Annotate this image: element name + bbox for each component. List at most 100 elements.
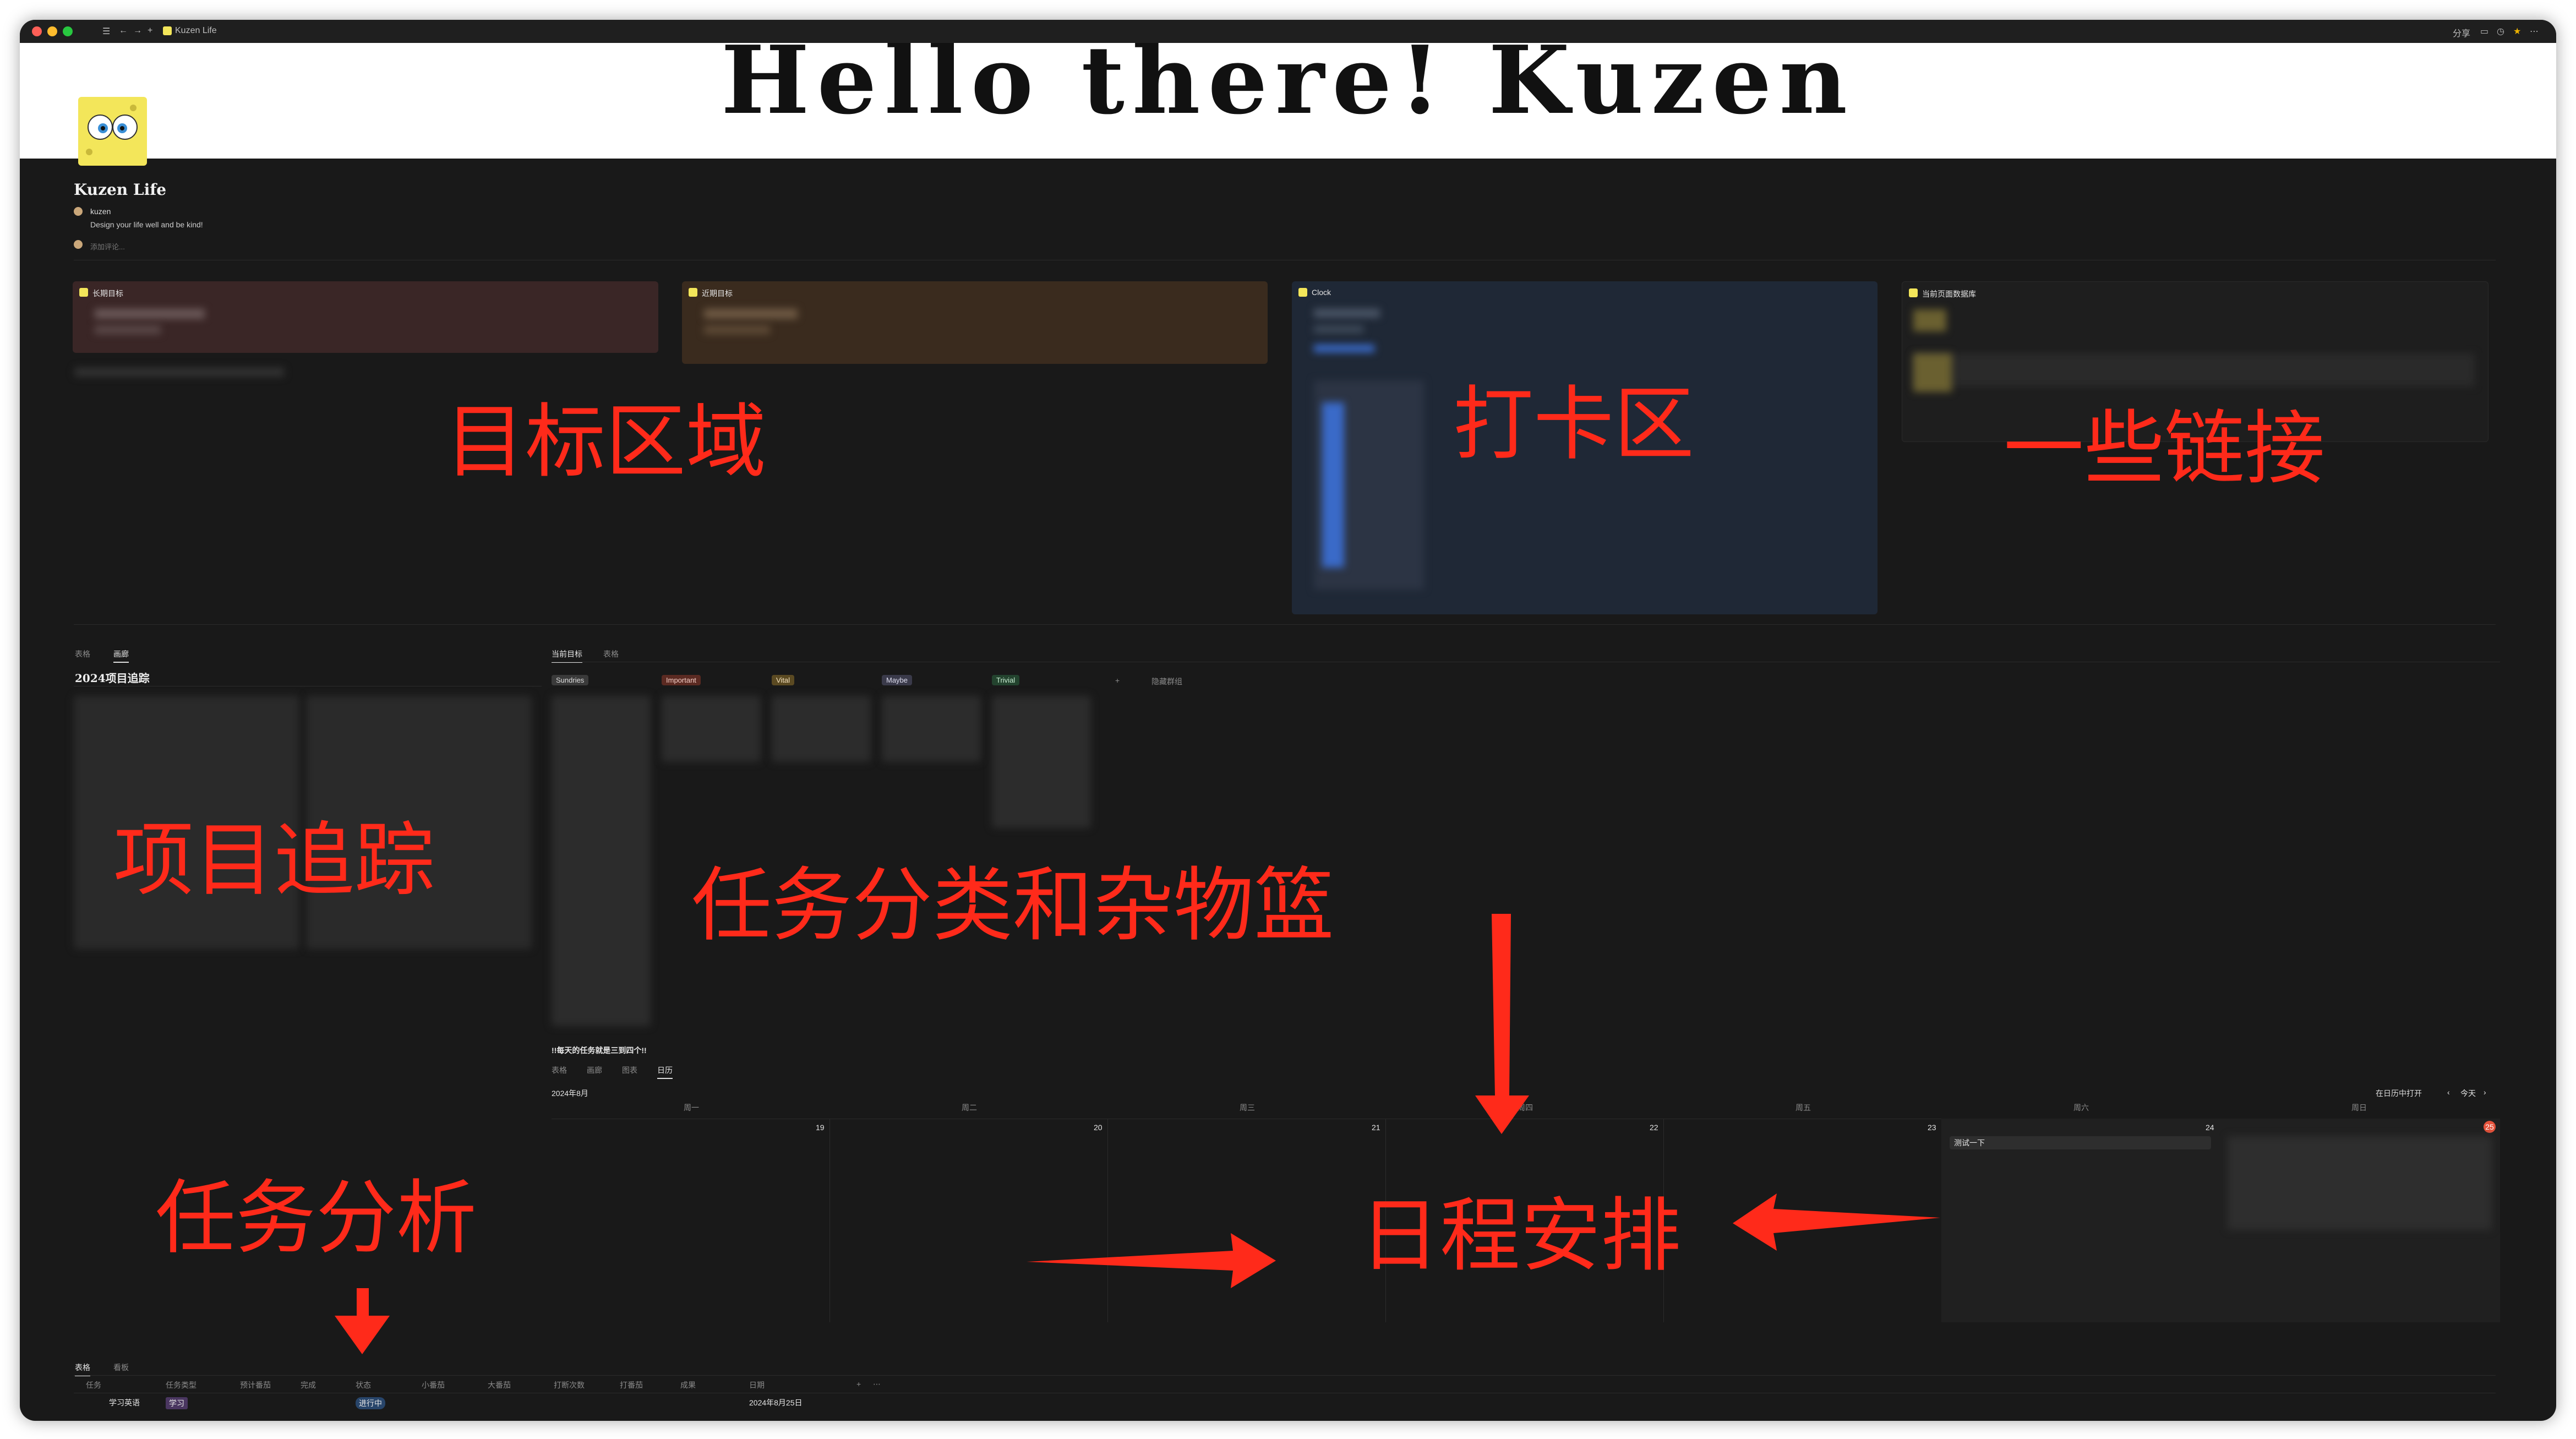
add-group-icon[interactable]: + bbox=[1115, 676, 1120, 685]
board-column-header[interactable]: Maybe bbox=[882, 675, 913, 685]
board-column-header[interactable]: Vital bbox=[772, 675, 795, 685]
tab-calendar[interactable]: 日历 bbox=[657, 1065, 673, 1079]
tab-table[interactable]: 表格 bbox=[75, 1362, 90, 1376]
title-bar: ☰ ← → + Kuzen Life 分享 ▭ ◷ ★ ⋯ bbox=[20, 20, 2556, 43]
more-icon[interactable]: ⋯ bbox=[2530, 26, 2539, 37]
divider bbox=[1107, 1119, 1108, 1322]
board-column-header[interactable]: Trivial bbox=[992, 675, 1020, 685]
new-tab-icon[interactable]: + bbox=[148, 26, 152, 36]
long-term-goal-widget[interactable]: 长期目标 bbox=[73, 281, 658, 353]
widget-title: 近期目标 bbox=[702, 289, 733, 298]
weekday-label: 周五 bbox=[1795, 1103, 1811, 1112]
tab-table[interactable]: 表格 bbox=[603, 648, 619, 659]
back-icon[interactable]: ← bbox=[119, 26, 128, 36]
column-header[interactable]: 小番茄 bbox=[422, 1380, 445, 1391]
today-button[interactable]: 今天 bbox=[2460, 1088, 2476, 1099]
cover-text: Hello there! Kuzen bbox=[721, 43, 1855, 135]
tab-chart[interactable]: 图表 bbox=[622, 1065, 637, 1076]
calendar-date: 21 bbox=[1372, 1123, 1380, 1132]
history-icon[interactable]: ◷ bbox=[2497, 26, 2504, 37]
prev-week-icon[interactable]: ‹ bbox=[2447, 1088, 2450, 1097]
widget-title: Clock bbox=[1312, 288, 1331, 297]
annotation-tasks: 任务分类和杂物篮 bbox=[691, 859, 1334, 952]
next-week-icon[interactable]: › bbox=[2484, 1088, 2486, 1097]
blurred-content bbox=[1314, 325, 1363, 333]
board-card-stack[interactable] bbox=[992, 696, 1091, 828]
date-cell[interactable]: 2024年8月25日 bbox=[749, 1397, 803, 1408]
weekday-label: 周三 bbox=[1240, 1103, 1255, 1112]
minimize-window-button[interactable] bbox=[47, 26, 57, 36]
task-board-note: !!每天的任务就是三到四个!! bbox=[552, 1046, 647, 1055]
calendar-weekday-row: 周一 周二 周三 周四 周五 周六 周日 bbox=[552, 1102, 2500, 1115]
tab-board[interactable]: 看板 bbox=[113, 1362, 129, 1373]
table-row[interactable]: 学习英语 学习 进行中 2024年8月25日 bbox=[75, 1397, 2497, 1410]
page-title[interactable]: Kuzen Life bbox=[74, 181, 166, 199]
annotation-schedule: 日程安排 bbox=[1360, 1189, 1681, 1283]
comment-input[interactable]: 添加评论... bbox=[90, 241, 125, 252]
favorite-star-icon[interactable]: ★ bbox=[2513, 26, 2521, 37]
comment-icon[interactable]: ▭ bbox=[2480, 26, 2488, 37]
calendar-event[interactable]: 测试一下 bbox=[1950, 1136, 2211, 1149]
annotation-projects: 项目追踪 bbox=[113, 814, 435, 907]
page-icon[interactable] bbox=[78, 97, 147, 166]
column-header[interactable]: 成果 bbox=[680, 1380, 696, 1391]
author-avatar bbox=[74, 207, 83, 216]
tab-gallery[interactable]: 画廊 bbox=[587, 1065, 602, 1076]
tab-table[interactable]: 表格 bbox=[75, 648, 90, 659]
board-card-stack[interactable] bbox=[882, 696, 981, 762]
author-name[interactable]: kuzen bbox=[90, 207, 111, 216]
task-type-tag[interactable]: 学习 bbox=[166, 1397, 188, 1409]
share-button[interactable]: 分享 bbox=[2453, 26, 2470, 39]
board-card-stack[interactable] bbox=[772, 696, 871, 762]
short-term-goal-widget[interactable]: 近期目标 bbox=[682, 281, 1268, 364]
annotation-links: 一些链接 bbox=[2004, 402, 2325, 495]
tab-gallery[interactable]: 画廊 bbox=[113, 648, 129, 663]
widget-title: 长期目标 bbox=[92, 289, 123, 298]
column-header[interactable]: 状态 bbox=[356, 1380, 371, 1391]
blurred-content bbox=[1913, 353, 1952, 392]
maximize-window-button[interactable] bbox=[63, 26, 73, 36]
board-column-header[interactable]: Sundries bbox=[552, 675, 589, 685]
weekday-label: 周日 bbox=[2351, 1103, 2367, 1112]
calendar-month: 2024年8月 bbox=[552, 1089, 588, 1098]
weekday-label: 周二 bbox=[962, 1103, 977, 1112]
board-card-stack[interactable] bbox=[552, 696, 651, 1026]
hidden-groups-label[interactable]: 隐藏群组 bbox=[1151, 676, 1182, 687]
board-card-stack[interactable] bbox=[662, 696, 761, 762]
column-header[interactable]: 任务 bbox=[86, 1380, 101, 1391]
divider bbox=[74, 1375, 2496, 1376]
column-header[interactable]: 预计番茄 bbox=[240, 1380, 271, 1391]
board-column-header[interactable]: Important bbox=[662, 675, 701, 685]
close-window-button[interactable] bbox=[32, 26, 42, 36]
column-header[interactable]: 打番茄 bbox=[620, 1380, 643, 1391]
column-header[interactable]: 大番茄 bbox=[488, 1380, 511, 1391]
more-icon[interactable]: ⋯ bbox=[873, 1380, 881, 1389]
tab-current-goals[interactable]: 当前目标 bbox=[552, 648, 582, 663]
annotation-checkin: 打卡区 bbox=[1453, 378, 1694, 471]
column-header[interactable]: 日期 bbox=[749, 1380, 765, 1391]
calendar-date-today: 25 bbox=[2484, 1121, 2496, 1133]
forward-icon[interactable]: → bbox=[133, 26, 142, 36]
tab-title[interactable]: Kuzen Life bbox=[175, 26, 217, 36]
tab-table[interactable]: 表格 bbox=[552, 1065, 567, 1076]
annotation-goals: 目标区域 bbox=[445, 395, 766, 489]
blurred-content bbox=[1913, 309, 1946, 331]
column-header[interactable]: 打断次数 bbox=[554, 1380, 585, 1391]
column-header[interactable]: 完成 bbox=[301, 1380, 316, 1391]
calendar-date: 20 bbox=[1094, 1123, 1103, 1132]
column-header[interactable]: 任务类型 bbox=[166, 1380, 197, 1391]
page-emoji-icon bbox=[163, 26, 172, 35]
add-column-icon[interactable]: + bbox=[856, 1380, 861, 1388]
page-cover: Hello there! Kuzen bbox=[20, 43, 2556, 159]
calendar-date: 22 bbox=[1650, 1123, 1658, 1132]
calendar-date: 24 bbox=[2206, 1123, 2214, 1132]
widget-title: 当前页面数据库 bbox=[1922, 290, 1976, 298]
spongebob-eyes-icon bbox=[86, 105, 138, 155]
task-name-cell[interactable]: 学习英语 bbox=[109, 1397, 140, 1408]
open-in-calendar-button[interactable]: 在日历中打开 bbox=[2376, 1088, 2422, 1099]
blurred-content bbox=[1314, 309, 1380, 318]
widget-emoji-icon bbox=[689, 288, 697, 297]
project-tracker-title: 2024项目追踪 bbox=[75, 672, 150, 685]
status-badge[interactable]: 进行中 bbox=[356, 1397, 385, 1409]
sidebar-toggle-icon[interactable]: ☰ bbox=[102, 26, 110, 37]
